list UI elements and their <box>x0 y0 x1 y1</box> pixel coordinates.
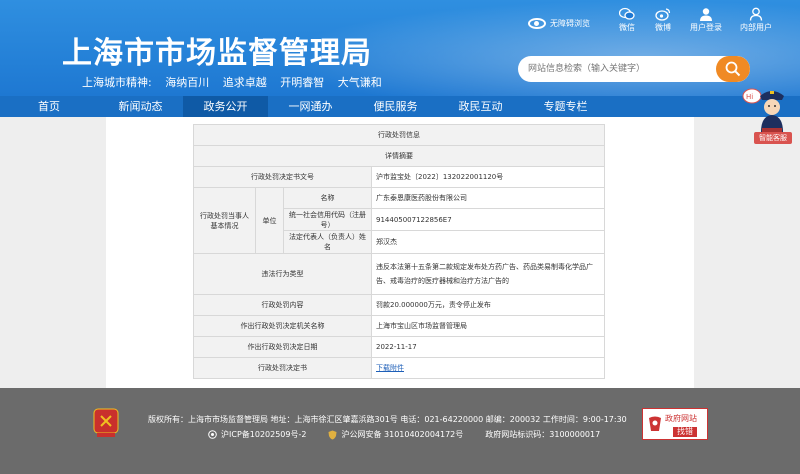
top-tools: 无障碍浏览 微信 微博 用户登录 内部用户 <box>528 6 772 33</box>
weibo-icon <box>654 6 672 22</box>
gov-site-mark-icon <box>649 416 661 431</box>
eye-icon <box>528 18 546 29</box>
main-nav: 首页 新闻动态 政务公开 一网通办 便民服务 政民互动 专题专栏 <box>0 96 800 117</box>
smart-service-label[interactable]: 智能客服 <box>754 132 792 144</box>
authority-value: 上海市宝山区市场监督管理局 <box>371 315 605 337</box>
weibo-label: 微博 <box>655 23 671 32</box>
penalty-content-value: 罚款20.000000万元，责令停止发布 <box>371 294 605 316</box>
penalty-info-table: 行政处罚信息 详情摘要 行政处罚决定书文号 沪市监宝处〔2022〕1320220… <box>193 124 605 379</box>
intranet-user-label: 内部用户 <box>740 23 772 32</box>
wechat-button[interactable]: 微信 <box>618 6 636 33</box>
legal-rep-label: 法定代表人（负责人）姓名 <box>283 230 372 254</box>
gov-site-error-report-button[interactable]: 政府网站 找错 <box>642 408 708 440</box>
authority-label: 作出行政处罚决定机关名称 <box>193 315 372 337</box>
search-button[interactable] <box>716 56 750 82</box>
footer-records: 沪ICP备10202509号-2 沪公网安备 31010402004172号 政… <box>208 429 600 440</box>
city-spirit-2: 追求卓越 <box>222 76 267 89</box>
gov-site-label: 政府网站 <box>665 414 697 423</box>
table-subtitle: 详情摘要 <box>193 145 605 167</box>
police-record[interactable]: 沪公网安备 31010402004172号 <box>341 429 463 440</box>
credit-code-label: 统一社会信用代码（注册号） <box>283 208 372 231</box>
credit-code-value: 914405007122856E7 <box>371 208 605 231</box>
wechat-label: 微信 <box>619 23 635 32</box>
city-spirit-4: 大气谦和 <box>337 76 382 89</box>
violation-type-value: 违反本法第十五条第二款规定发布处方药广告、药品类易制毒化学品广告、戒毒治疗的医疗… <box>371 253 605 295</box>
svg-text:Hi: Hi <box>746 93 753 101</box>
decision-no-value: 沪市监宝处〔2022〕132022001120号 <box>371 166 605 188</box>
police-badge-icon <box>328 430 337 439</box>
intranet-user-icon <box>747 6 765 22</box>
penalty-content-label: 行政处罚内容 <box>193 294 372 316</box>
footer-copyright: 版权所有：上海市市场监督管理局 地址：上海市徐汇区肇嘉浜路301号 电话：021… <box>148 415 627 424</box>
site-footer: 版权所有：上海市市场监督管理局 地址：上海市徐汇区肇嘉浜路301号 电话：021… <box>0 388 800 474</box>
icp-icon <box>208 430 217 439</box>
search-box <box>518 56 750 82</box>
accessibility-button[interactable]: 无障碍浏览 <box>528 18 590 29</box>
accessibility-label: 无障碍浏览 <box>550 19 590 28</box>
report-error-label: 找错 <box>673 427 697 437</box>
weibo-button[interactable]: 微博 <box>654 6 672 33</box>
decision-date-label: 作出行政处罚决定日期 <box>193 336 372 358</box>
user-login-icon <box>697 6 715 22</box>
content-panel: 行政处罚信息 详情摘要 行政处罚决定书文号 沪市监宝处〔2022〕1320220… <box>106 117 694 388</box>
user-login-button[interactable]: 用户登录 <box>690 6 722 33</box>
nav-services[interactable]: 便民服务 <box>353 96 438 117</box>
nav-gov-affairs[interactable]: 政务公开 <box>183 96 268 117</box>
legal-rep-value: 郑汉杰 <box>371 230 605 254</box>
city-spirit-1: 海纳百川 <box>165 76 210 89</box>
decision-doc-label: 行政处罚决定书 <box>193 357 372 379</box>
nav-home[interactable]: 首页 <box>0 96 98 117</box>
city-spirit-slogan: 上海城市精神: 海纳百川 追求卓越 开明睿智 大气谦和 <box>82 74 392 90</box>
site-title[interactable]: 上海市市场监督管理局 <box>62 28 372 72</box>
site-header: 上海市市场监督管理局 上海城市精神: 海纳百川 追求卓越 开明睿智 大气谦和 无… <box>0 0 800 96</box>
decision-date-value: 2022-11-17 <box>371 336 605 358</box>
search-icon <box>725 61 741 77</box>
icp-record[interactable]: 沪ICP备10202509号-2 <box>221 429 306 440</box>
search-input[interactable] <box>518 56 712 82</box>
wechat-icon <box>618 6 636 22</box>
party-emblem-icon[interactable] <box>93 408 119 438</box>
site-code: 政府网站标识码：3100000017 <box>485 430 601 439</box>
intranet-user-button[interactable]: 内部用户 <box>740 6 772 33</box>
nav-news[interactable]: 新闻动态 <box>98 96 183 117</box>
user-login-label: 用户登录 <box>690 23 722 32</box>
table-title: 行政处罚信息 <box>193 124 605 146</box>
violation-type-label: 违法行为类型 <box>193 253 372 295</box>
name-value: 广东泰恩康医药股份有限公司 <box>371 187 605 209</box>
nav-interaction[interactable]: 政民互动 <box>438 96 523 117</box>
city-spirit-3: 开明睿智 <box>280 76 325 89</box>
download-attachment-link[interactable]: 下载附件 <box>376 364 404 372</box>
decision-no-label: 行政处罚决定书文号 <box>193 166 372 188</box>
nav-special-topics[interactable]: 专题专栏 <box>523 96 608 117</box>
party-label: 行政处罚当事人基本情况 <box>193 187 256 254</box>
nav-one-stop[interactable]: 一网通办 <box>268 96 353 117</box>
city-spirit-label: 上海城市精神: <box>82 76 152 89</box>
unit-label: 单位 <box>255 187 284 254</box>
name-label: 名称 <box>283 187 372 209</box>
